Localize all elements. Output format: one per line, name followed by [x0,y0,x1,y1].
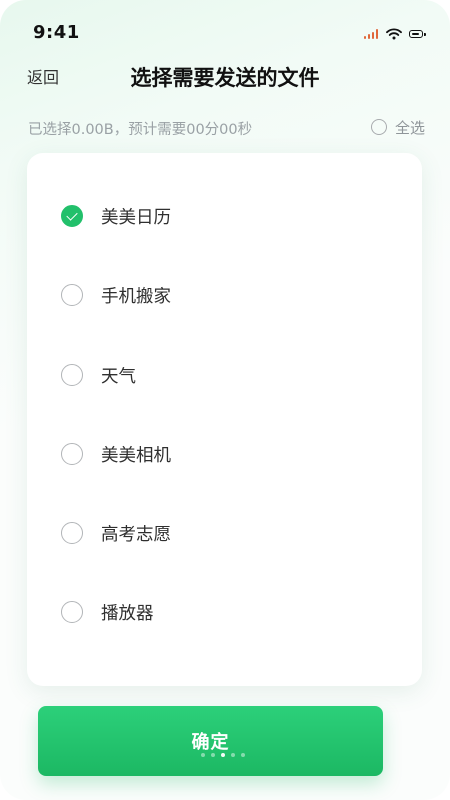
file-checkbox-icon[interactable] [61,522,83,544]
wifi-icon [386,28,402,40]
file-checkbox-icon[interactable] [61,364,83,386]
file-list-card: 美美日历 手机搬家 天气 美美相机 高考志愿 播放器 [27,153,422,686]
cellular-signal-icon [364,29,378,39]
file-item-gaokao-application[interactable]: 高考志愿 [61,519,171,547]
page-title: 选择需要发送的文件 [130,66,320,90]
select-all-label: 全选 [395,118,426,137]
selection-summary: 已选择0.00B，预计需要00分00秒 [28,122,253,138]
file-checkbox-icon[interactable] [61,601,83,623]
file-item-player[interactable]: 播放器 [61,598,154,626]
file-item-name: 美美相机 [101,445,171,466]
file-item-name: 播放器 [101,603,154,624]
page-dot [211,753,215,757]
file-checkbox-icon[interactable] [61,284,83,306]
file-item-name: 手机搬家 [101,286,171,307]
page-indicator [201,753,251,757]
file-item-weather[interactable]: 天气 [61,361,136,389]
page-dot [241,753,245,757]
file-item-name: 美美日历 [101,207,171,228]
file-item-meimei-camera[interactable]: 美美相机 [61,440,171,468]
select-all-toggle[interactable]: 全选 [371,117,425,137]
file-item-phone-migration[interactable]: 手机搬家 [61,281,171,309]
page-dot [201,753,205,757]
file-checkbox-icon[interactable] [61,205,83,227]
battery-icon [409,30,426,38]
file-item-name: 天气 [101,366,136,387]
page-dot [231,753,235,757]
confirm-button-label: 确定 [191,732,230,753]
status-bar: 9:41 [0,0,450,44]
page-dot [221,753,225,757]
file-checkbox-icon[interactable] [61,443,83,465]
confirm-button[interactable]: 确定 [38,706,383,776]
status-time: 9:41 [33,22,80,43]
file-item-meimei-calendar[interactable]: 美美日历 [61,202,171,230]
select-all-radio-icon[interactable] [371,119,387,135]
screen: 9:41 返回 选择需要发送的文件 已选择0.00B，预计需要00分00秒 全选… [0,0,450,800]
file-item-name: 高考志愿 [101,524,171,545]
